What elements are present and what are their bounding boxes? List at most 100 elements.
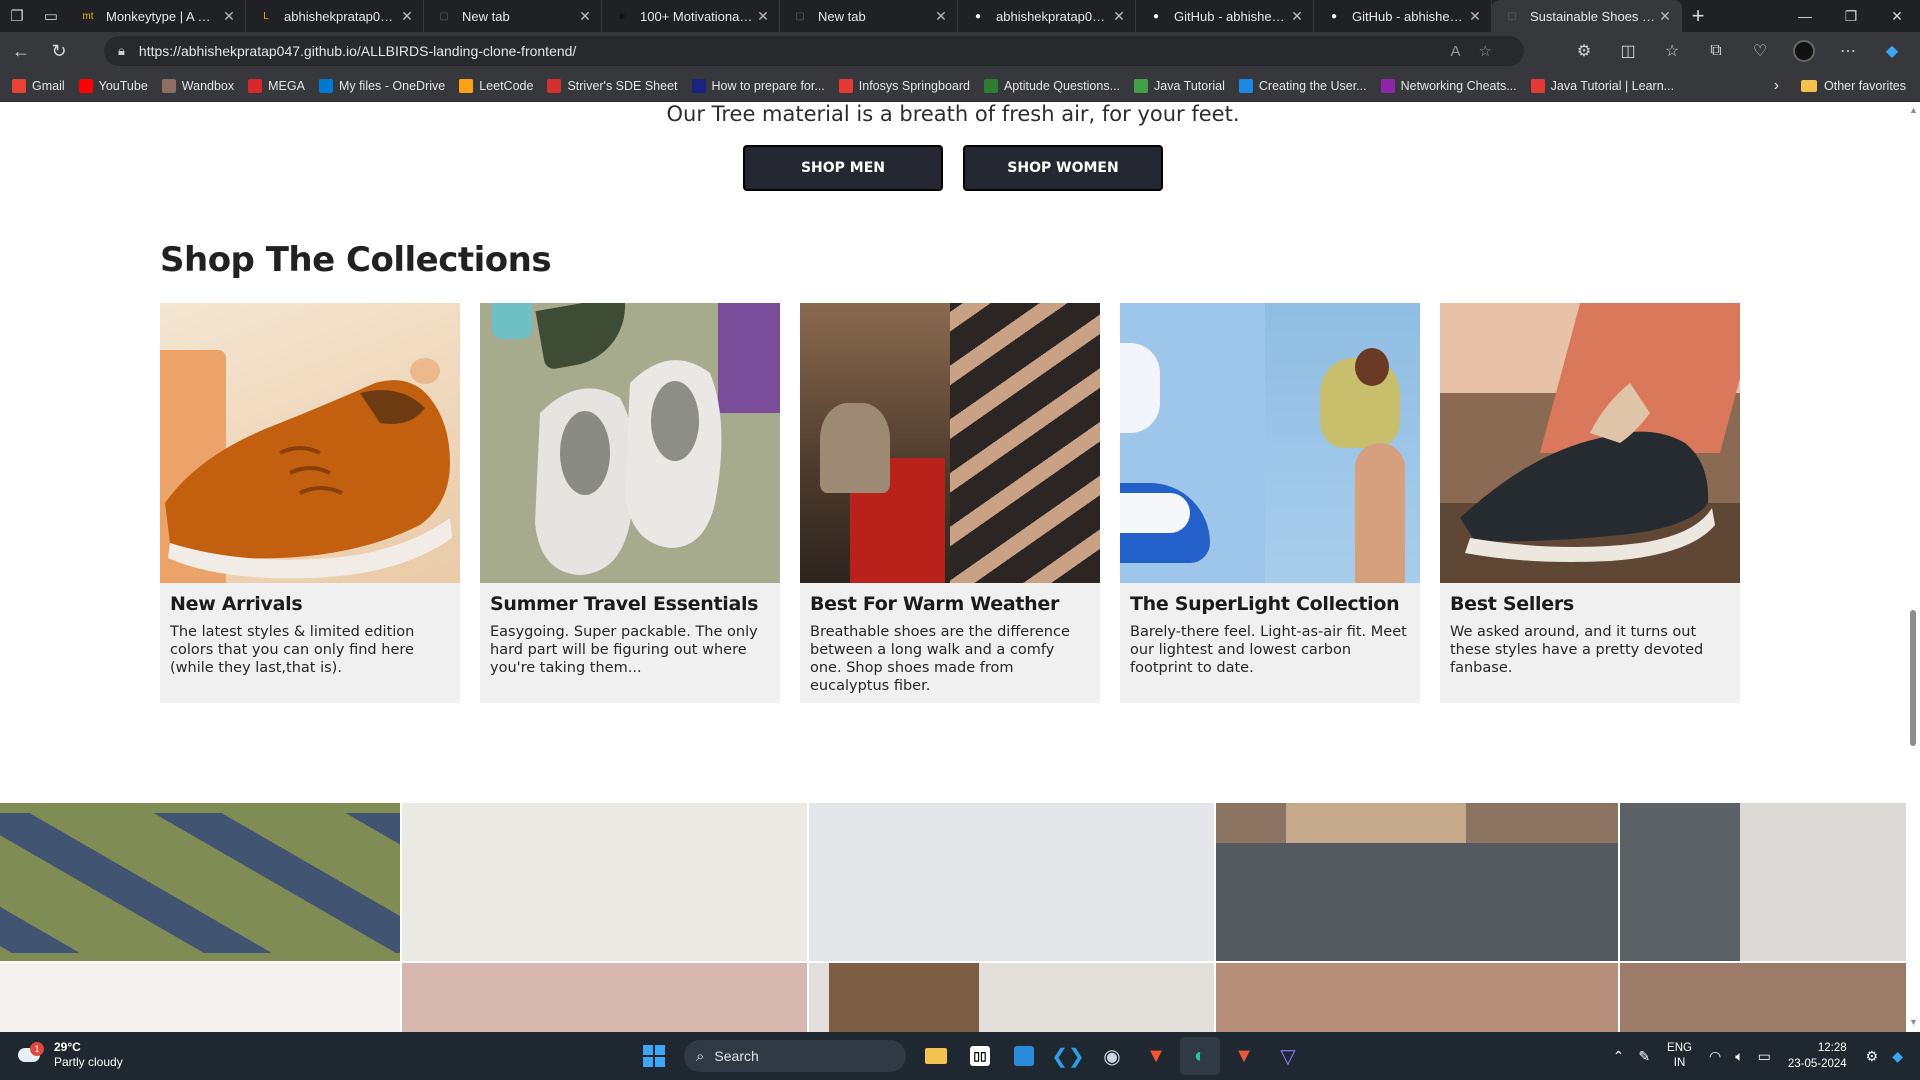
bookmark-item[interactable]: How to prepare for... xyxy=(691,78,825,93)
tab-close-icon[interactable]: ✕ xyxy=(399,8,415,25)
bookmark-favicon-icon xyxy=(983,78,998,93)
browser-tab[interactable]: mt Monkeytype | A minimalistic typing tes… xyxy=(68,0,246,32)
proton-vpn-icon[interactable]: ▽ xyxy=(1268,1037,1308,1075)
weather-widget[interactable]: 1 29°C Partly cloudy xyxy=(16,1040,123,1070)
tab-close-icon[interactable]: ✕ xyxy=(755,8,771,25)
bookmark-label: How to prepare for... xyxy=(711,78,825,93)
bookmark-item[interactable]: Networking Cheats... xyxy=(1380,78,1517,93)
collection-card[interactable]: Best Sellers We asked around, and it tur… xyxy=(1440,303,1740,703)
browser-tab[interactable]: ● GitHub - abhishekpratap047✕ xyxy=(1136,0,1314,32)
collection-card[interactable]: The SuperLight Collection Barely-there f… xyxy=(1120,303,1420,703)
new-tab-button[interactable]: + xyxy=(1682,0,1714,32)
other-favorites-link[interactable]: Other favorites xyxy=(1824,79,1906,93)
brave-icon[interactable]: ▼ xyxy=(1136,1037,1176,1075)
bookmark-item[interactable]: Java Tutorial xyxy=(1134,78,1225,93)
tab-close-icon[interactable]: ✕ xyxy=(577,8,593,25)
shop-men-button[interactable]: SHOP MEN xyxy=(743,145,943,191)
collection-card[interactable]: New Arrivals The latest styles & limited… xyxy=(160,303,460,703)
sustainability-mosaic xyxy=(0,803,1906,1032)
copilot-icon[interactable]: ◆ xyxy=(1870,36,1914,66)
collections-icon[interactable]: ⧉ xyxy=(1694,36,1738,66)
vertical-tabs-icon[interactable]: ▭ xyxy=(34,0,68,32)
steam-icon[interactable]: ◉ xyxy=(1092,1037,1132,1075)
chevron-up-icon[interactable]: ⌃ xyxy=(1613,1048,1625,1065)
browser-tab[interactable]: ● GitHub - abhishekpratap047✕ xyxy=(1314,0,1492,32)
scroll-thumb[interactable] xyxy=(1910,610,1916,746)
favorites-icon[interactable]: ☆ xyxy=(1650,36,1694,66)
scroll-down-icon[interactable]: ▼ xyxy=(1909,1018,1918,1027)
bookmark-item[interactable]: Gmail xyxy=(12,78,65,93)
refresh-icon[interactable]: ↻ xyxy=(42,35,76,67)
collection-card[interactable]: Best For Warm Weather Breathable shoes a… xyxy=(800,303,1100,703)
vscode-icon[interactable]: ❮❯ xyxy=(1048,1037,1088,1075)
edge-icon[interactable]: ◐ xyxy=(1180,1037,1220,1075)
taskbar-search[interactable]: ⌕ Search xyxy=(684,1040,906,1072)
back-icon[interactable]: ← xyxy=(4,35,38,67)
brave-beta-icon[interactable]: ▼ xyxy=(1224,1037,1264,1075)
workspaces-icon[interactable]: ❐ xyxy=(0,0,34,32)
tab-close-icon[interactable]: ✕ xyxy=(933,8,949,25)
close-window-icon[interactable]: ✕ xyxy=(1874,0,1920,32)
file-explorer-icon[interactable] xyxy=(916,1037,956,1075)
browser-tab[interactable]: ▢ Sustainable Shoes & Clothing✕ xyxy=(1492,0,1682,32)
tab-close-icon[interactable]: ✕ xyxy=(1467,8,1483,25)
volume-icon[interactable]: 🔈︎ xyxy=(1735,1048,1743,1065)
bookmark-item[interactable]: Striver's SDE Sheet xyxy=(547,78,678,93)
bookmark-item[interactable]: MEGA xyxy=(248,78,305,93)
search-label: Search xyxy=(714,1048,759,1064)
pen-icon[interactable]: ✎ xyxy=(1638,1048,1650,1065)
chevron-right-icon[interactable]: › xyxy=(1774,77,1779,95)
bookmark-favicon-icon xyxy=(459,78,474,93)
split-screen-icon[interactable]: ◫ xyxy=(1606,36,1650,66)
store-icon[interactable] xyxy=(1004,1037,1044,1075)
folder-icon xyxy=(1801,80,1818,92)
notion-icon[interactable]: ▯▯ xyxy=(960,1037,1000,1075)
minimize-icon[interactable]: — xyxy=(1782,0,1828,32)
shop-women-button[interactable]: SHOP WOMEN xyxy=(963,145,1163,191)
bookmark-list: Gmail YouTube Wandbox MEGA My files - OneDri… xyxy=(12,78,1688,93)
card-title: Best For Warm Weather xyxy=(810,593,1060,615)
tab-close-icon[interactable]: ✕ xyxy=(1289,8,1305,25)
bookmark-item[interactable]: YouTube xyxy=(78,78,148,93)
bookmark-item[interactable]: My files - OneDrive xyxy=(318,78,445,93)
wifi-icon[interactable]: ◠ xyxy=(1709,1048,1721,1065)
tab-close-icon[interactable]: ✕ xyxy=(1657,8,1673,25)
mosaic-tile xyxy=(1216,963,1618,1032)
shop-buttons: SHOP MEN SHOP WOMEN xyxy=(0,145,1906,191)
bookmark-item[interactable]: Java Tutorial | Learn... xyxy=(1530,78,1674,93)
restore-icon[interactable]: ❐ xyxy=(1828,0,1874,32)
bookmark-item[interactable]: LeetCode xyxy=(459,78,533,93)
notification-icon[interactable]: ⚙ xyxy=(1866,1048,1879,1065)
bookmark-item[interactable]: Creating the User... xyxy=(1238,78,1367,93)
browser-tab[interactable]: ▢ New tab ✕ xyxy=(424,0,602,32)
bookmark-favicon-icon xyxy=(1380,78,1395,93)
lock-icon[interactable]: 🔒︎ xyxy=(118,43,125,59)
bookmark-item[interactable]: Infosys Springboard xyxy=(838,78,970,93)
tab-close-icon[interactable]: ✕ xyxy=(1111,8,1127,25)
tab-close-icon[interactable]: ✕ xyxy=(221,8,237,25)
bookmark-item[interactable]: Wandbox xyxy=(161,78,234,93)
battery-icon[interactable]: ▭ xyxy=(1758,1048,1771,1065)
browser-tab[interactable]: Labhishekpratap047 - Leetcode✕ xyxy=(246,0,424,32)
collection-card[interactable]: Summer Travel Essentials Easygoing. Supe… xyxy=(480,303,780,703)
bookmark-favicon-icon xyxy=(547,78,562,93)
time: 12:28 xyxy=(1817,1042,1847,1054)
bookmark-label: Networking Cheats... xyxy=(1400,78,1517,93)
bookmark-item[interactable]: Aptitude Questions... xyxy=(983,78,1120,93)
read-aloud-favorite-icons[interactable]: A☆ xyxy=(1451,42,1510,60)
extensions-icon[interactable]: ⚙ xyxy=(1562,36,1606,66)
clock[interactable]: 12:28 23-05-2024 xyxy=(1788,1040,1847,1072)
browser-tab[interactable]: ● abhishekpratap047 (Abhishek)✕ xyxy=(958,0,1136,32)
scroll-up-icon[interactable]: ▲ xyxy=(1909,106,1918,115)
more-menu-icon[interactable]: ⋯ xyxy=(1826,36,1870,66)
language-indicator[interactable]: ENG IN xyxy=(1667,1041,1692,1071)
copilot-taskbar-icon[interactable]: ◆ xyxy=(1892,1048,1903,1065)
bookmark-favicon-icon xyxy=(1238,78,1253,93)
browser-essentials-icon[interactable]: ♡ xyxy=(1738,36,1782,66)
profile-avatar[interactable] xyxy=(1782,36,1826,66)
browser-tab[interactable]: ▢ New tab ✕ xyxy=(780,0,958,32)
start-icon[interactable] xyxy=(634,1037,674,1075)
url-field[interactable]: 🔒︎ https://abhishekpratap047.github.io/A… xyxy=(104,36,1524,66)
page-scrollbar[interactable]: ▲ ▼ xyxy=(1906,102,1920,1032)
browser-tab[interactable]: ■ 100+ Motivational Images✕ xyxy=(602,0,780,32)
